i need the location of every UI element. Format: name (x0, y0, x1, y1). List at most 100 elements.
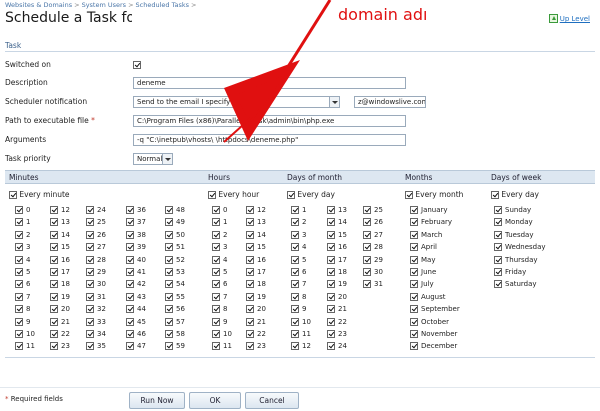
switched-on-checkbox[interactable] (133, 61, 141, 69)
month-option[interactable]: April (410, 243, 437, 252)
minute-option[interactable]: 57 (165, 317, 185, 326)
hour-option[interactable]: 9 (212, 317, 227, 326)
day-of-week-option[interactable]: Saturday (494, 280, 537, 289)
month-option[interactable]: February (410, 218, 452, 227)
checkbox-checked-icon[interactable] (291, 317, 299, 326)
checkbox-checked-icon[interactable] (212, 317, 220, 326)
day-of-month-option[interactable]: 7 (291, 280, 306, 289)
checkbox-checked-icon[interactable] (410, 280, 418, 289)
day-of-week-option[interactable]: Sunday (494, 206, 531, 214)
checkbox-checked-icon[interactable] (126, 268, 134, 276)
checkbox-checked-icon[interactable] (86, 230, 94, 239)
checkbox-checked-icon[interactable] (86, 218, 94, 227)
checkbox-checked-icon[interactable] (15, 317, 23, 326)
checkbox-checked-icon[interactable] (410, 206, 418, 214)
month-option[interactable]: September (410, 305, 460, 314)
checkbox-checked-icon[interactable] (126, 305, 134, 314)
checkbox-checked-icon[interactable] (165, 230, 173, 239)
hour-option[interactable]: 16 (246, 255, 266, 264)
month-option[interactable]: November (410, 330, 457, 338)
day-of-week-option[interactable]: Tuesday (494, 230, 533, 239)
day-of-month-option[interactable]: 31 (363, 280, 383, 289)
checkbox-checked-icon[interactable] (491, 191, 499, 199)
hour-option[interactable]: 12 (246, 206, 266, 214)
day-of-month-option[interactable]: 13 (327, 206, 347, 214)
checkbox-checked-icon[interactable] (327, 255, 335, 264)
day-of-month-option[interactable]: 11 (291, 330, 311, 338)
checkbox-checked-icon[interactable] (15, 255, 23, 264)
checkbox-checked-icon[interactable] (165, 292, 173, 301)
checkbox-checked-icon[interactable] (291, 243, 299, 252)
hour-option[interactable]: 0 (212, 206, 227, 214)
checkbox-checked-icon[interactable] (15, 342, 23, 351)
minute-option[interactable]: 17 (50, 268, 70, 276)
day-of-month-option[interactable]: 21 (327, 305, 347, 314)
minute-option[interactable]: 48 (165, 206, 185, 214)
checkbox-checked-icon[interactable] (50, 255, 58, 264)
checkbox-checked-icon[interactable] (126, 255, 134, 264)
checkbox-checked-icon[interactable] (126, 317, 134, 326)
minute-option[interactable]: 4 (15, 255, 30, 264)
checkbox-checked-icon[interactable] (246, 330, 254, 338)
checkbox-checked-icon[interactable] (405, 191, 413, 199)
checkbox-checked-icon[interactable] (126, 292, 134, 301)
checkbox-checked-icon[interactable] (126, 243, 134, 252)
checkbox-checked-icon[interactable] (494, 243, 502, 252)
checkbox-checked-icon[interactable] (165, 268, 173, 276)
minute-option[interactable]: 45 (126, 317, 146, 326)
checkbox-checked-icon[interactable] (86, 243, 94, 252)
minute-option[interactable]: 40 (126, 255, 146, 264)
checkbox-checked-icon[interactable] (246, 243, 254, 252)
minute-option[interactable]: 16 (50, 255, 70, 264)
day-of-month-option[interactable]: 19 (327, 280, 347, 289)
checkbox-checked-icon[interactable] (327, 280, 335, 289)
checkbox-checked-icon[interactable] (363, 255, 371, 264)
checkbox-checked-icon[interactable] (86, 255, 94, 264)
day-of-month-option[interactable]: 3 (291, 230, 306, 239)
hour-option[interactable]: 18 (246, 280, 266, 289)
minute-option[interactable]: 38 (126, 230, 146, 239)
day-of-month-option[interactable]: 22 (327, 317, 347, 326)
checkbox-checked-icon[interactable] (165, 243, 173, 252)
checkbox-checked-icon[interactable] (15, 268, 23, 276)
checkbox-checked-icon[interactable] (246, 230, 254, 239)
minute-option[interactable]: 7 (15, 292, 30, 301)
minute-option[interactable]: 25 (86, 218, 106, 227)
day-of-week-option[interactable]: Monday (494, 218, 533, 227)
month-option[interactable]: May (410, 255, 435, 264)
day-of-month-option[interactable]: 15 (327, 230, 347, 239)
minute-option[interactable]: 52 (165, 255, 185, 264)
checkbox-checked-icon[interactable] (327, 243, 335, 252)
hour-option[interactable]: 7 (212, 292, 227, 301)
minute-option[interactable]: 30 (86, 280, 106, 289)
minute-option[interactable]: 39 (126, 243, 146, 252)
hour-option[interactable]: 17 (246, 268, 266, 276)
checkbox-checked-icon[interactable] (291, 206, 299, 214)
hour-option[interactable]: 22 (246, 330, 266, 338)
minute-option[interactable]: 49 (165, 218, 185, 227)
checkbox-checked-icon[interactable] (50, 305, 58, 314)
checkbox-checked-icon[interactable] (212, 292, 220, 301)
day-of-month-option[interactable]: 30 (363, 268, 383, 276)
minute-option[interactable]: 50 (165, 230, 185, 239)
minute-option[interactable]: 22 (50, 330, 70, 338)
cancel-button[interactable]: Cancel (245, 392, 299, 409)
day-of-month-option[interactable]: 4 (291, 243, 306, 252)
checkbox-checked-icon[interactable] (212, 305, 220, 314)
breadcrumb-item-scheduled-tasks[interactable]: Scheduled Tasks (136, 1, 189, 9)
checkbox-checked-icon[interactable] (246, 280, 254, 289)
checkbox-checked-icon[interactable] (126, 280, 134, 289)
checkbox-checked-icon[interactable] (494, 268, 502, 276)
checkbox-checked-icon[interactable] (327, 206, 335, 214)
hour-option[interactable]: 1 (212, 218, 227, 227)
minute-option[interactable]: 47 (126, 342, 146, 351)
checkbox-checked-icon[interactable] (15, 330, 23, 338)
minute-option[interactable]: 18 (50, 280, 70, 289)
checkbox-checked-icon[interactable] (9, 191, 17, 199)
checkbox-checked-icon[interactable] (165, 280, 173, 289)
month-option[interactable]: July (410, 280, 434, 289)
checkbox-checked-icon[interactable] (291, 292, 299, 301)
checkbox-checked-icon[interactable] (494, 255, 502, 264)
minute-option[interactable]: 14 (50, 230, 70, 239)
checkbox-checked-icon[interactable] (410, 330, 418, 338)
